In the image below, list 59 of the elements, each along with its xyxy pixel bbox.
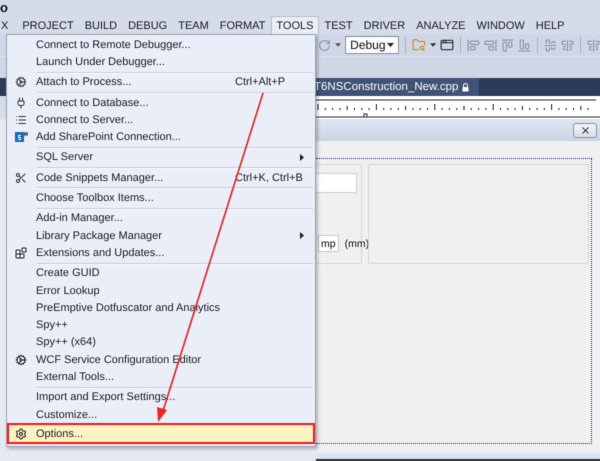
menu-item[interactable]: Choose Toolbox Items... (9, 189, 313, 207)
unit-field[interactable]: mp (318, 235, 339, 252)
extensions-icon (15, 246, 27, 259)
align-right-icon[interactable] (484, 38, 498, 52)
settings-icon (15, 428, 27, 440)
menu-bar-item[interactable]: X (0, 16, 16, 34)
scissors-icon (15, 172, 27, 184)
close-icon (580, 124, 590, 136)
menu-item[interactable]: Connect to Server... (9, 111, 313, 128)
menu-bar-item[interactable]: TEST (320, 16, 358, 34)
menu-item[interactable]: Customize... (9, 406, 313, 424)
close-button[interactable] (573, 122, 597, 138)
caret-icon[interactable] (430, 43, 436, 47)
menu-bar-item[interactable]: TEAM (173, 16, 214, 34)
menu-item[interactable]: Attach to Process... Ctrl+Alt+P (9, 74, 313, 91)
menu-item[interactable]: Library Package Manager (9, 226, 313, 244)
menu-bar-item[interactable]: DEBUG (123, 16, 172, 34)
menu-bar-item[interactable]: PROJECT (17, 16, 79, 34)
menu-item[interactable]: Add-in Manager... (9, 210, 313, 227)
window-icon[interactable] (440, 38, 454, 52)
menu-bar-item[interactable]: FORMAT (214, 16, 270, 34)
menu-item[interactable]: Spy++ (x64) (9, 334, 313, 352)
menu-item[interactable]: Create GUID (9, 264, 313, 282)
plug-icon (15, 96, 27, 109)
spacing-icon[interactable] (586, 38, 600, 52)
menu-item[interactable]: Connect to Remote Debugger... (9, 36, 313, 54)
submenu-arrow-icon (300, 154, 304, 161)
menu-item[interactable]: Add SharePoint Connection... (9, 128, 313, 146)
menu-bar-item[interactable]: DRIVER (358, 16, 410, 34)
configuration-dropdown[interactable]: Debug (345, 36, 400, 54)
window-title: o (0, 1, 8, 15)
cogs-icon (15, 76, 27, 88)
menu-bar-item[interactable]: TOOLS (271, 16, 318, 34)
unit-label: (mm) (344, 238, 370, 250)
align-left-icon[interactable] (467, 38, 480, 52)
redo-icon[interactable] (318, 38, 331, 52)
caret-icon[interactable] (335, 43, 342, 47)
menu-item[interactable]: Options... (7, 423, 315, 444)
gear-icon (15, 354, 27, 366)
menu-bar-item[interactable]: ANALYZE (411, 16, 470, 34)
menu-item[interactable]: SQL Server (9, 148, 313, 166)
menu-bar-item[interactable]: HELP (530, 16, 570, 34)
center-horizontal-icon[interactable] (561, 38, 574, 52)
menu-item[interactable]: Launch Under Debugger... (9, 53, 313, 71)
sharepoint-icon (14, 131, 28, 144)
align-bottom-icon[interactable] (518, 38, 532, 52)
menu-item[interactable]: Error Lookup (9, 282, 313, 300)
lock-icon (462, 82, 470, 92)
text-field[interactable] (316, 173, 357, 193)
submenu-arrow-icon (300, 232, 304, 240)
align-top-icon[interactable] (501, 38, 514, 52)
center-vertical-icon[interactable] (544, 38, 558, 52)
menu-bar-item[interactable]: BUILD (80, 16, 122, 34)
menu-item[interactable]: Spy++ (9, 316, 313, 334)
menu-bar-item[interactable]: WINDOW (472, 16, 530, 34)
caret-icon (387, 43, 394, 47)
menu-item[interactable]: External Tools... (9, 368, 313, 386)
menu-item[interactable]: Extensions and Updates... (9, 244, 313, 262)
menu-item[interactable]: Connect to Database... (9, 94, 313, 112)
